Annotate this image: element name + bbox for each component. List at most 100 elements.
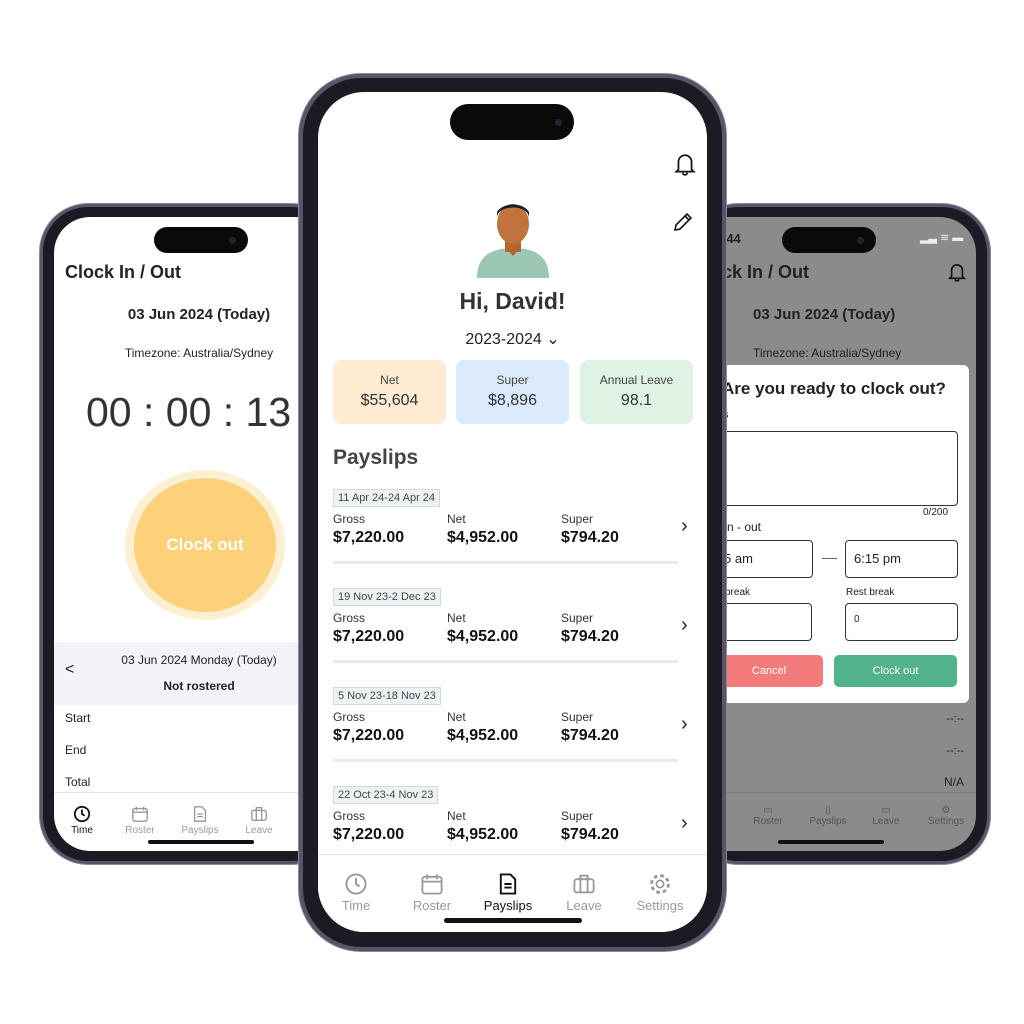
- briefcase-icon: [573, 874, 595, 894]
- calendar-icon: [132, 806, 148, 822]
- total-value: N/A: [943, 775, 964, 789]
- tab-settings[interactable]: Settings: [630, 872, 690, 913]
- tab-leave[interactable]: ▭ Leave: [866, 805, 906, 827]
- super-label: Super: [561, 710, 594, 724]
- char-counter: 0/200: [923, 507, 949, 518]
- annual-leave-card: Annual Leave 98.1: [580, 360, 693, 424]
- gross-label: Gross: [333, 611, 366, 625]
- cancel-button[interactable]: Cancel: [715, 655, 823, 687]
- net-label: Net: [447, 809, 466, 823]
- net-value: $4,952.00: [447, 529, 519, 546]
- page-title: ck In / Out: [722, 262, 810, 282]
- chevron-right-icon[interactable]: ›: [681, 713, 688, 736]
- total-label: Total: [65, 775, 91, 789]
- end-value: --:--: [946, 745, 964, 757]
- document-icon: [193, 806, 207, 822]
- gross-value: $7,220.00: [333, 826, 405, 843]
- start-label: Start: [65, 711, 91, 725]
- center-screen: Hi, David! 2023-2024 ⌄ Net $55,604 Super $…: [318, 92, 707, 932]
- end-time-input[interactable]: 6:15 pm: [845, 540, 958, 578]
- net-value: $4,952.00: [447, 727, 519, 744]
- start-value: --:--: [946, 713, 964, 725]
- bell-icon[interactable]: [948, 262, 966, 282]
- super-card: Super $8,896: [456, 360, 569, 424]
- payslip-row[interactable]: 11 Apr 24-24 Apr 24 Gross Net Super $7,2…: [333, 489, 693, 588]
- tab-payslips[interactable]: Payslips: [478, 872, 538, 913]
- net-value: $4,952.00: [447, 826, 519, 843]
- start-time-input[interactable]: 5 am: [715, 540, 813, 578]
- clock-out-button[interactable]: Clock out: [134, 478, 276, 612]
- super-label: Super: [561, 611, 594, 625]
- clock-out-label: Clock out: [166, 535, 244, 554]
- net-label: Net: [447, 512, 466, 526]
- timezone-label: Timezone: Australia/Sydney: [753, 346, 902, 360]
- gear-icon: [650, 874, 670, 894]
- net-label: Net: [447, 611, 466, 625]
- payslip-row[interactable]: 5 Nov 23-18 Nov 23 Gross Net Super $7,22…: [333, 687, 693, 786]
- tab-time[interactable]: Time: [62, 805, 102, 836]
- period-tag: 11 Apr 24-24 Apr 24: [333, 489, 441, 507]
- chevron-down-icon: ⌄: [546, 331, 560, 348]
- chevron-right-icon[interactable]: ›: [681, 614, 688, 637]
- right-screen: :44 ▂▃ ≋ ▬ ck In / Out 03 Jun 2024 (Toda…: [690, 217, 976, 851]
- tab-settings[interactable]: ⚙ Settings: [924, 805, 968, 827]
- status-icons: ▂▃ ≋ ▬: [920, 232, 964, 244]
- gross-value: $7,220.00: [333, 727, 405, 744]
- super-value: $794.20: [561, 826, 619, 843]
- tab-leave[interactable]: Leave: [239, 805, 279, 836]
- edit-pencil-icon[interactable]: [671, 210, 695, 234]
- chevron-right-icon[interactable]: ›: [681, 812, 688, 835]
- briefcase-icon: [251, 807, 267, 821]
- tab-roster[interactable]: Roster: [120, 805, 160, 836]
- date-label: 03 Jun 2024 (Today): [753, 306, 896, 323]
- period-tag: 19 Nov 23-2 Dec 23: [333, 588, 441, 606]
- prev-day-button[interactable]: <: [65, 661, 74, 679]
- super-value: $794.20: [561, 628, 619, 645]
- payslips-title: Payslips: [333, 446, 419, 469]
- period-tag: 22 Oct 23-4 Nov 23: [333, 786, 439, 804]
- tab-leave[interactable]: Leave: [554, 872, 614, 913]
- page-title: Clock In / Out: [65, 262, 182, 282]
- calendar-icon: [421, 874, 443, 895]
- meal-break-input[interactable]: [715, 603, 812, 641]
- end-label: End: [65, 743, 87, 757]
- gross-label: Gross: [333, 809, 366, 823]
- tab-time[interactable]: Time: [326, 872, 386, 913]
- gross-label: Gross: [333, 710, 366, 724]
- tab-payslips[interactable]: Payslips: [178, 805, 222, 836]
- clock-icon: [73, 805, 91, 823]
- gross-value: $7,220.00: [333, 529, 405, 546]
- timezone-label: Timezone: Australia/Sydney: [124, 346, 274, 360]
- net-value: $4,952.00: [447, 628, 519, 645]
- clock-out-modal: Are you ready to clock out? s 0/200 k in…: [715, 365, 969, 703]
- super-value: $794.20: [561, 529, 619, 546]
- super-label: Super: [561, 809, 594, 823]
- confirm-clock-out-button[interactable]: Clock out: [834, 655, 957, 687]
- net-label: Net: [447, 710, 466, 724]
- clock-icon: [345, 873, 367, 895]
- super-value: $794.20: [561, 727, 619, 744]
- meal-break-label: break: [725, 587, 751, 598]
- roster-status: Not rostered: [163, 679, 235, 693]
- tab-payslips[interactable]: ▯ Payslips: [806, 805, 850, 827]
- gross-label: Gross: [333, 512, 366, 526]
- date-label: 03 Jun 2024 (Today): [127, 306, 271, 323]
- dynamic-island: [154, 227, 248, 253]
- avatar: [477, 204, 549, 278]
- period-tag: 5 Nov 23-18 Nov 23: [333, 687, 441, 705]
- tab-roster[interactable]: ▭ Roster: [748, 805, 788, 827]
- super-label: Super: [561, 512, 594, 526]
- rest-break-input[interactable]: 0: [845, 603, 958, 641]
- tab-roster[interactable]: Roster: [402, 872, 462, 913]
- rest-break-label: Rest break: [846, 587, 895, 598]
- notes-textarea[interactable]: [715, 431, 958, 506]
- document-icon: [499, 873, 517, 895]
- day-label: 03 Jun 2024 Monday (Today): [121, 653, 277, 667]
- modal-title: Are you ready to clock out?: [722, 379, 946, 398]
- gross-value: $7,220.00: [333, 628, 405, 645]
- bell-icon[interactable]: [674, 152, 696, 176]
- payslip-row[interactable]: 19 Nov 23-2 Dec 23 Gross Net Super $7,22…: [333, 588, 693, 687]
- chevron-right-icon[interactable]: ›: [681, 515, 688, 538]
- greeting: Hi, David!: [459, 288, 566, 314]
- year-selector[interactable]: 2023-2024 ⌄: [438, 329, 587, 349]
